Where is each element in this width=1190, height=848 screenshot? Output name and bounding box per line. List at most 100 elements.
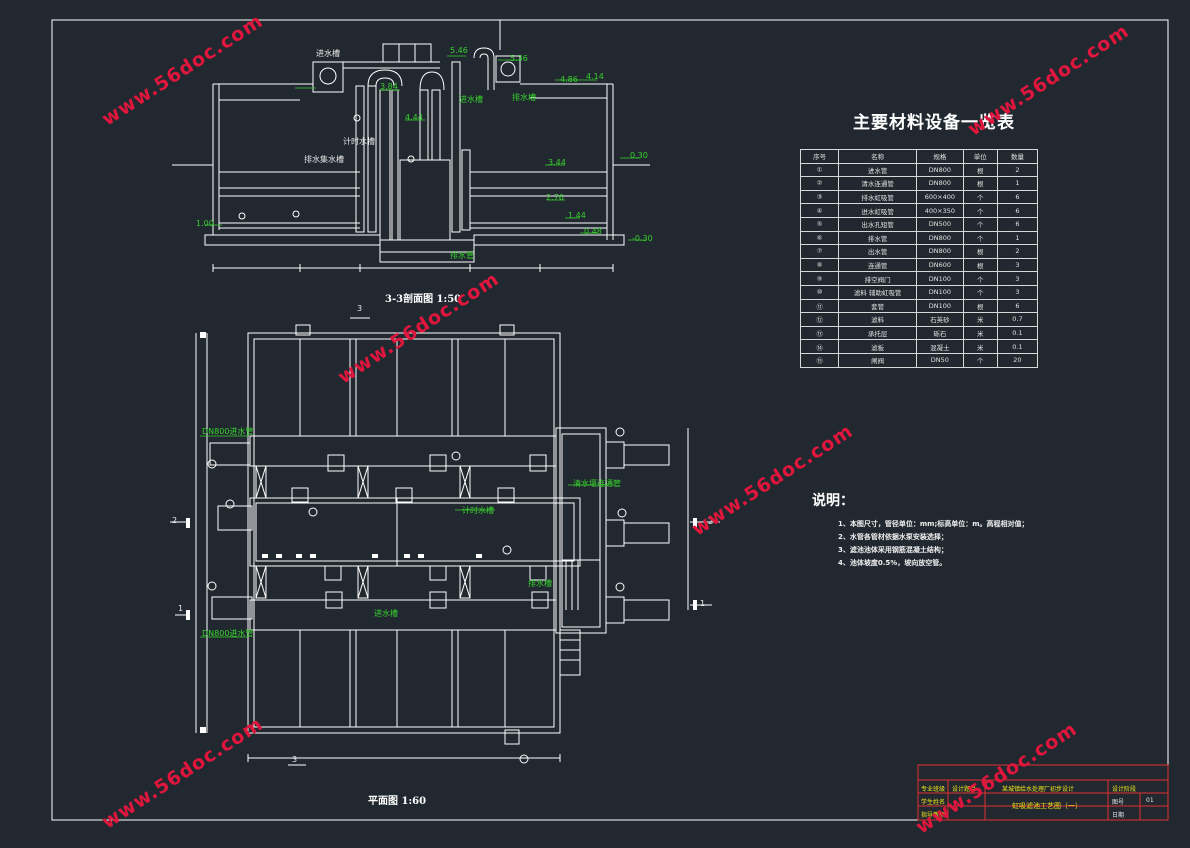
tb-drawing-no-label: 图号 bbox=[1112, 799, 1125, 806]
label-jinshui-cao: 进水槽 bbox=[316, 49, 340, 58]
tb-class: 专业班级 bbox=[921, 786, 946, 793]
label-paishui-jishui-cao: 排水集水槽 bbox=[304, 155, 344, 164]
materials-cell: 个 bbox=[962, 230, 998, 246]
materials-cell: 个 bbox=[962, 189, 998, 205]
materials-cell: 米 bbox=[962, 325, 998, 341]
materials-cell: DN100 bbox=[916, 284, 964, 300]
cut-mark-3-bottom: 3 bbox=[292, 755, 298, 764]
materials-cell: 根 bbox=[962, 244, 998, 259]
materials-cell: 米 bbox=[962, 312, 998, 327]
elev-11: 0.48 bbox=[584, 227, 602, 236]
materials-cell: 排水虹吸管 bbox=[838, 189, 918, 205]
tb-stage: 设计阶段 bbox=[1112, 786, 1137, 793]
materials-cell: 混凝土 bbox=[916, 339, 964, 354]
tb-drawing-name: 虹吸滤池工艺图（一） bbox=[1012, 802, 1082, 810]
materials-cell: 3 bbox=[996, 257, 1039, 273]
notes-list: 1、本图尺寸，管径单位：mm;标高单位：m。高程相对值； 2、水管各管材依据水泵… bbox=[838, 518, 1029, 570]
materials-cell: ① bbox=[799, 162, 840, 178]
materials-cell: 2 bbox=[996, 244, 1039, 259]
materials-cell: 根 bbox=[962, 162, 998, 178]
label-jishui-cao: 计时水槽 bbox=[343, 137, 375, 146]
materials-row: ⑬ 承托层 砾石米 0.1 bbox=[799, 325, 1039, 341]
materials-row: ⑮ 闸阀 DN50 个 20 bbox=[799, 352, 1039, 368]
materials-cell: ② bbox=[799, 176, 840, 191]
label-plan-jishui: 计时水槽 bbox=[462, 506, 494, 515]
materials-cell: ⑫ bbox=[799, 312, 840, 327]
materials-cell: 进水虹吸管 bbox=[838, 203, 918, 218]
col-spec: 规格 bbox=[916, 149, 964, 164]
elev-4: 4.86 bbox=[560, 75, 578, 84]
materials-cell: ⑭ bbox=[799, 339, 840, 354]
materials-cell: 闸阀 bbox=[838, 352, 918, 368]
materials-body: ① 进水管 DN800 根 2 ② 清水连通管 DN800 根 1 ③ 排水虹吸管 600×400 个 6 ④… bbox=[799, 162, 1039, 368]
materials-cell: 滤料 辅助虹吸管 bbox=[838, 284, 918, 300]
label-paishui-pipe: 排水管 bbox=[450, 251, 474, 260]
materials-cell: DN100 bbox=[916, 271, 964, 286]
elev-9: 1.44 bbox=[568, 211, 586, 220]
elev-12: 1.00 bbox=[196, 219, 214, 228]
materials-cell: 600×400 bbox=[916, 189, 964, 205]
materials-cell: ⑤ bbox=[799, 216, 840, 232]
label-plan-paishui: 排水槽 bbox=[528, 579, 552, 588]
materials-cell: ⑨ bbox=[799, 271, 840, 286]
materials-cell: 排水管 bbox=[838, 230, 918, 246]
materials-cell: DN600 bbox=[916, 257, 964, 273]
materials-cell: 根 bbox=[962, 298, 998, 314]
label-pai-shui-cao: 排水槽 bbox=[512, 93, 536, 102]
elev-3: 4.44 bbox=[405, 113, 423, 122]
materials-cell: 个 bbox=[962, 352, 998, 368]
cut-mark-1-right: 1 bbox=[700, 599, 706, 608]
plan-title: 平面图 1:60 bbox=[368, 796, 427, 807]
materials-cell: 个 bbox=[962, 216, 998, 232]
materials-cell: 6 bbox=[996, 216, 1039, 232]
elev-10: 0.30 bbox=[630, 151, 648, 160]
tb-drawing-no: 01 bbox=[1146, 797, 1154, 804]
materials-cell: 出水管 bbox=[838, 244, 918, 259]
materials-row: ⑧ 连通管 DN600 根 3 bbox=[799, 257, 1039, 273]
materials-table: 序号 名称 规格 单位 数量 ① 进水管 DN800 根 2 ② 清水连通管 DN800 根 1 ③… bbox=[799, 149, 1039, 368]
materials-cell: 根 bbox=[962, 257, 998, 273]
materials-cell: 0.7 bbox=[996, 312, 1039, 327]
col-unit: 单位 bbox=[962, 149, 998, 164]
materials-row: ⑦ 出水管 DN800 根 2 bbox=[799, 244, 1039, 259]
materials-cell: 6 bbox=[996, 189, 1039, 205]
materials-cell: DN800 bbox=[916, 162, 964, 178]
cut-mark-1-left: 1 bbox=[178, 604, 184, 613]
materials-row: ⑫ 滤料 石英砂米 0.7 bbox=[799, 312, 1039, 327]
materials-cell: 砾石 bbox=[916, 325, 964, 341]
materials-row: ⑪ 套管 DN100 根 6 bbox=[799, 298, 1039, 314]
materials-cell: ⑦ bbox=[799, 244, 840, 259]
materials-cell: 20 bbox=[996, 352, 1039, 368]
elev-13: -0.30 bbox=[632, 234, 653, 243]
materials-row: ③ 排水虹吸管 600×400 个 6 bbox=[799, 189, 1039, 205]
materials-cell: ⑬ bbox=[799, 325, 840, 341]
materials-cell: 连通管 bbox=[838, 257, 918, 273]
elev-6: 3.84 bbox=[380, 82, 398, 91]
materials-cell: ⑪ bbox=[799, 298, 840, 314]
label-qingshui-pipe: 清水堰连通管 bbox=[573, 479, 621, 488]
elev-8: 2.76 bbox=[546, 193, 564, 202]
label-dn800-top: DN800进水管 bbox=[202, 427, 254, 436]
materials-cell: 承托层 bbox=[838, 325, 918, 341]
elev-5: 4.14 bbox=[586, 72, 604, 81]
materials-cell: 400×350 bbox=[916, 203, 964, 218]
materials-row: ④ 进水虹吸管 400×350 个 6 bbox=[799, 203, 1039, 218]
note-item: 3、滤池池体采用钢筋混凝土结构； bbox=[838, 546, 948, 554]
materials-cell: 滤料 bbox=[838, 312, 918, 327]
materials-cell: 0.1 bbox=[996, 339, 1039, 354]
materials-cell: 3 bbox=[996, 271, 1039, 286]
materials-cell: 3 bbox=[996, 284, 1039, 300]
materials-cell: DN800 bbox=[916, 244, 964, 259]
materials-cell: 滤板 bbox=[838, 339, 918, 354]
materials-cell: DN100 bbox=[916, 298, 964, 314]
col-name: 名称 bbox=[838, 149, 918, 164]
materials-row: ⑥ 排水管 DN800 个 1 bbox=[799, 230, 1039, 246]
materials-row: ② 清水连通管 DN800 根 1 bbox=[799, 176, 1039, 191]
col-qty: 数量 bbox=[996, 149, 1039, 164]
materials-cell: ⑥ bbox=[799, 230, 840, 246]
notes-title: 说明： bbox=[812, 493, 854, 509]
label-plan-jinshui: 进水槽 bbox=[374, 609, 398, 618]
materials-cell: ⑩ bbox=[799, 284, 840, 300]
materials-cell: 进水管 bbox=[838, 162, 918, 178]
materials-cell: 米 bbox=[962, 339, 998, 354]
